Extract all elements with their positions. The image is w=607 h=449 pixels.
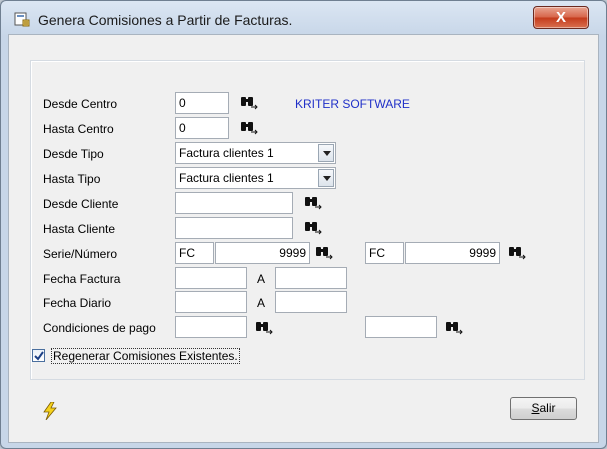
regenerar-checkbox[interactable]: [32, 349, 45, 362]
condiciones-hasta-input[interactable]: [365, 316, 437, 338]
title-bar: Genera Comisiones a Partir de Facturas. …: [1, 1, 606, 35]
lightning-icon[interactable]: [43, 402, 57, 420]
desde-centro-input[interactable]: 0: [175, 92, 229, 114]
fecha-diario-hasta-input[interactable]: [275, 291, 347, 313]
label-hasta-cliente: Hasta Cliente: [43, 222, 116, 236]
label-hasta-tipo: Hasta Tipo: [43, 172, 101, 186]
binoculars-icon[interactable]: [508, 244, 526, 260]
binoculars-icon[interactable]: [304, 219, 322, 235]
binoculars-icon[interactable]: [240, 119, 258, 135]
binoculars-icon[interactable]: [304, 194, 322, 210]
dialog-window: Genera Comisiones a Partir de Facturas. …: [0, 0, 607, 449]
label-fecha-factura: Fecha Factura: [43, 272, 121, 286]
label-fecha-diario: Fecha Diario: [43, 296, 112, 310]
label-serie-numero: Serie/Número: [43, 247, 118, 261]
fecha-factura-hasta-input[interactable]: [275, 267, 347, 289]
label-a-factura: A: [257, 272, 266, 286]
hasta-tipo-select[interactable]: Factura clientes 1: [175, 167, 336, 189]
checkmark-icon: [34, 351, 44, 361]
salir-mnemonic: S: [531, 401, 540, 415]
chevron-down-icon: [323, 176, 331, 181]
close-icon: X: [555, 9, 566, 26]
salir-label: alir: [539, 401, 556, 415]
window-title: Genera Comisiones a Partir de Facturas.: [38, 12, 293, 28]
filter-group: Desde Centro 0 KRITER SOFTWARE Hasta Cen…: [30, 60, 585, 380]
hasta-centro-input[interactable]: 0: [175, 117, 229, 139]
binoculars-icon[interactable]: [240, 94, 258, 110]
serie-desde-input[interactable]: FC: [175, 242, 214, 264]
binoculars-icon[interactable]: [445, 319, 463, 335]
desde-cliente-input[interactable]: [175, 192, 293, 214]
condiciones-desde-input[interactable]: [175, 316, 247, 338]
desde-tipo-value: Factura clientes 1: [179, 146, 274, 160]
salir-button[interactable]: Salir: [510, 397, 577, 420]
dialog-body: Desde Centro 0 KRITER SOFTWARE Hasta Cen…: [8, 34, 599, 443]
regenerar-label[interactable]: Regenerar Comisiones Existentes.: [51, 348, 240, 364]
binoculars-icon[interactable]: [315, 244, 333, 260]
label-desde-cliente: Desde Cliente: [43, 197, 119, 211]
dropdown-button[interactable]: [318, 169, 334, 187]
serie-hasta-input[interactable]: FC: [365, 242, 404, 264]
fecha-diario-desde-input[interactable]: [175, 291, 247, 313]
app-icon: [14, 12, 30, 27]
numero-hasta-input[interactable]: 9999: [405, 242, 500, 264]
label-desde-centro: Desde Centro: [43, 97, 118, 111]
fecha-factura-desde-input[interactable]: [175, 267, 247, 289]
label-hasta-centro: Hasta Centro: [43, 122, 114, 136]
hasta-cliente-input[interactable]: [175, 217, 293, 239]
desde-tipo-select[interactable]: Factura clientes 1: [175, 142, 336, 164]
brand-label: KRITER SOFTWARE: [295, 97, 410, 111]
dropdown-button[interactable]: [318, 144, 334, 162]
label-a-diario: A: [257, 296, 266, 310]
close-button[interactable]: X: [533, 6, 589, 29]
chevron-down-icon: [323, 151, 331, 156]
numero-desde-input[interactable]: 9999: [215, 242, 310, 264]
label-condiciones-pago: Condiciones de pago: [43, 321, 156, 335]
hasta-tipo-value: Factura clientes 1: [179, 171, 274, 185]
label-desde-tipo: Desde Tipo: [43, 147, 104, 161]
binoculars-icon[interactable]: [255, 319, 273, 335]
